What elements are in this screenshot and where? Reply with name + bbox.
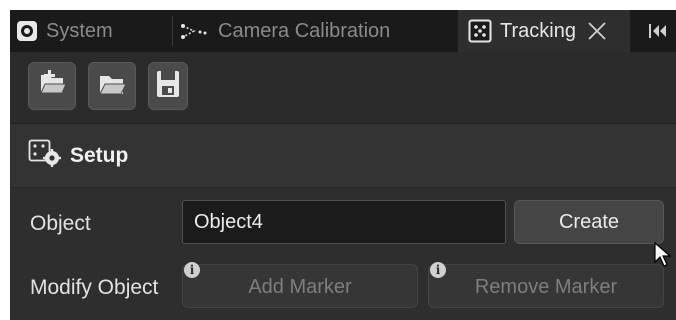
collapse-panel-icon[interactable] xyxy=(640,10,676,52)
info-icon[interactable]: i xyxy=(184,262,200,278)
new-object-button[interactable] xyxy=(28,62,76,110)
remove-marker-button[interactable]: Remove Marker xyxy=(428,264,664,308)
new-object-icon xyxy=(37,69,67,104)
tracking-panel: System Camera Calibration Tracking Setup… xyxy=(10,10,676,320)
toolbar xyxy=(10,52,676,124)
open-folder-button[interactable] xyxy=(88,62,136,110)
tab-tracking-label: Tracking xyxy=(500,19,576,42)
tab-camera-calibration[interactable]: Camera Calibration xyxy=(180,10,390,52)
section-title: Setup xyxy=(70,143,129,167)
tab-system[interactable]: System xyxy=(16,10,113,52)
create-button[interactable]: Create xyxy=(514,200,664,244)
tab-camera-calibration-label: Camera Calibration xyxy=(218,19,391,42)
tracking-icon xyxy=(468,19,492,43)
object-name-input[interactable]: Object4 xyxy=(182,200,506,244)
camera-calibration-icon xyxy=(180,20,210,42)
tab-system-label: System xyxy=(46,19,113,42)
add-marker-button[interactable]: Add Marker xyxy=(182,264,418,308)
close-icon[interactable] xyxy=(586,20,608,42)
tab-bar: System Camera Calibration Tracking xyxy=(10,10,676,52)
setup-icon xyxy=(28,139,62,172)
info-icon[interactable]: i xyxy=(430,262,446,278)
save-icon xyxy=(155,69,181,104)
setup-section-header[interactable]: Setup xyxy=(10,124,676,188)
tab-tracking[interactable]: Tracking xyxy=(458,10,630,52)
modify-object-label: Modify Object xyxy=(30,276,159,299)
object-label: Object xyxy=(30,212,91,235)
system-icon xyxy=(16,20,38,42)
save-button[interactable] xyxy=(148,62,188,110)
tab-divider xyxy=(172,16,173,46)
open-folder-icon xyxy=(97,69,127,104)
mouse-cursor-icon xyxy=(654,241,672,273)
